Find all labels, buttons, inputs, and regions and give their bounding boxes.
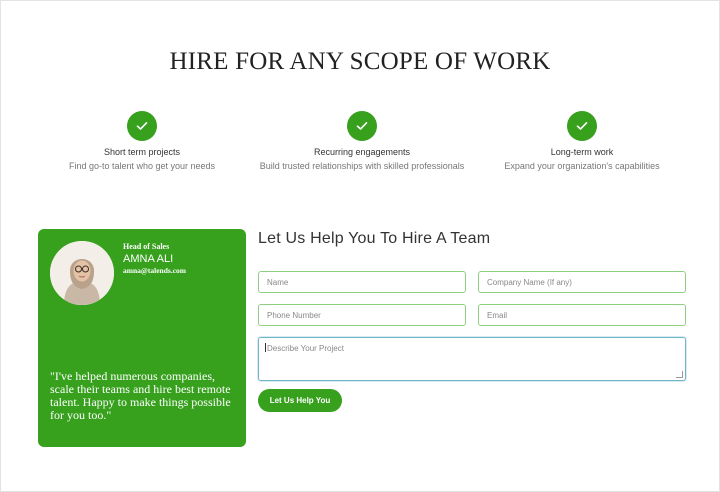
- project-description-textarea[interactable]: Describe Your Project: [258, 337, 686, 381]
- email-placeholder: Email: [487, 310, 508, 320]
- feature-description: Build trusted relationships with skilled…: [259, 161, 465, 171]
- phone-placeholder: Phone Number: [267, 310, 321, 320]
- feature-title: Long-term work: [550, 147, 614, 157]
- name-placeholder: Name: [267, 277, 289, 287]
- email-field[interactable]: Email: [478, 304, 686, 326]
- page-title: HIRE FOR ANY SCOPE OF WORK: [169, 48, 551, 75]
- feature-title: Recurring engagements: [313, 147, 411, 157]
- name-field[interactable]: Name: [258, 271, 466, 293]
- features-row: Short term projects Find go-to talent wh…: [1, 111, 719, 181]
- testimonial-role: Head of Sales: [123, 242, 170, 251]
- feature-recurring: Recurring engagements Build trusted rela…: [242, 111, 482, 171]
- company-placeholder: Company Name (If any): [487, 277, 572, 287]
- resize-handle-icon[interactable]: [676, 371, 683, 378]
- testimonial-name: AMNA ALI: [123, 253, 174, 265]
- project-placeholder: Describe Your Project: [267, 344, 344, 353]
- testimonial-quote: "I've helped numerous companies, scale t…: [50, 369, 231, 422]
- feature-description: Expand your organization's capabilities: [504, 161, 660, 171]
- check-icon: [347, 111, 377, 141]
- testimonial-card: Head of Sales AMNA ALI amna@talends.com …: [38, 229, 246, 447]
- text-caret: [265, 343, 266, 352]
- feature-short-term: Short term projects Find go-to talent wh…: [22, 111, 262, 171]
- feature-description: Find go-to talent who get your needs: [68, 161, 216, 171]
- testimonial-email: amna@talends.com: [123, 266, 187, 275]
- feature-long-term: Long-term work Expand your organization'…: [462, 111, 702, 171]
- company-field[interactable]: Company Name (If any): [478, 271, 686, 293]
- check-icon: [127, 111, 157, 141]
- submit-button[interactable]: Let Us Help You: [258, 389, 342, 412]
- phone-field[interactable]: Phone Number: [258, 304, 466, 326]
- form-title: Let Us Help You To Hire A Team: [258, 230, 491, 247]
- feature-title: Short term projects: [103, 147, 181, 157]
- check-icon: [567, 111, 597, 141]
- avatar: [50, 241, 114, 305]
